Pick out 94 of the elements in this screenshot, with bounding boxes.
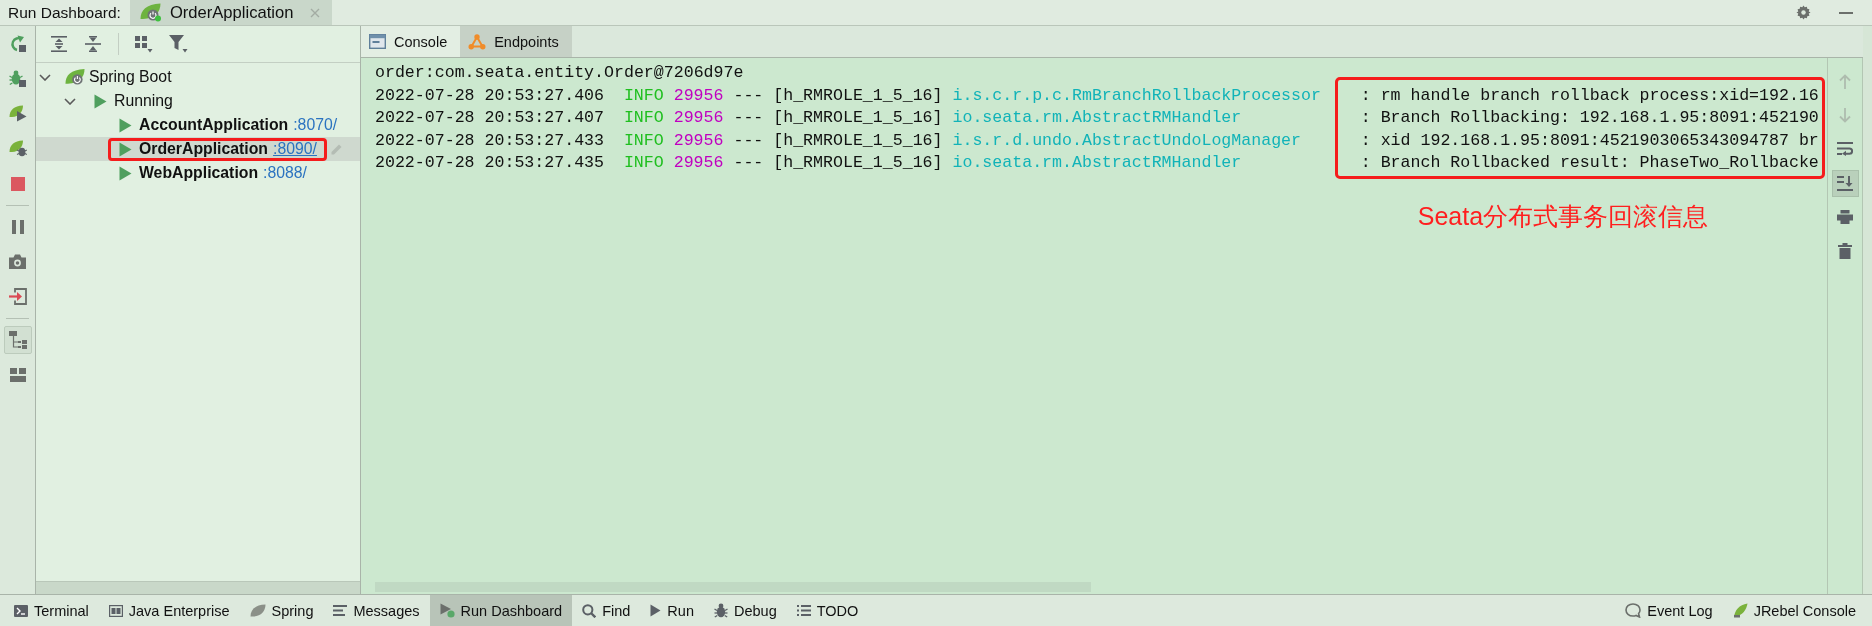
scroll-end-button[interactable] xyxy=(1831,169,1859,197)
run-triangle-icon xyxy=(118,141,132,157)
node-graph-icon xyxy=(468,33,487,50)
tree-item[interactable]: WebApplication :8088/ xyxy=(36,161,360,185)
tree-item[interactable]: Running xyxy=(36,89,360,113)
grid-caret-icon xyxy=(135,35,153,53)
tool-window-button[interactable]: Terminal xyxy=(4,595,99,626)
log-separator: --- xyxy=(733,107,764,129)
collapse-all-icon xyxy=(85,36,101,52)
tool-window-button[interactable]: Run xyxy=(640,595,704,626)
tool-window-button[interactable]: JRebel Console xyxy=(1722,595,1866,626)
leaf-power-icon xyxy=(65,68,85,86)
play-dot-icon xyxy=(439,603,455,618)
panel-tab[interactable]: Console xyxy=(361,26,461,57)
log-timestamp: 2022-07-28 20:53:27.435 xyxy=(375,152,605,174)
trash-icon xyxy=(1838,243,1852,259)
annotation-text: Seata分布式事务回滚信息 xyxy=(1417,200,1709,231)
log-pid: 29956 xyxy=(673,129,724,152)
tool-window-button[interactable]: Java Enterprise xyxy=(98,595,240,626)
up-arrow-icon xyxy=(1839,73,1851,89)
expand-all-icon xyxy=(51,36,67,52)
printer-icon xyxy=(1837,210,1853,224)
tool-window-button[interactable]: Spring xyxy=(239,595,324,626)
down-arrow-icon xyxy=(1839,107,1851,123)
log-pid: 29956 xyxy=(673,152,724,174)
horizontal-scrollbar[interactable] xyxy=(36,581,360,594)
settings-icon[interactable] xyxy=(1796,5,1811,20)
card-icon xyxy=(108,604,123,617)
camera-icon xyxy=(9,254,26,269)
log-message: : Branch Rollbacked result: PhaseTwo_Rollbacke xyxy=(1360,152,1819,174)
leaf-icon xyxy=(249,604,266,617)
bubble-icon xyxy=(1625,603,1642,618)
log-separator: --- xyxy=(733,84,764,107)
tool-window-button[interactable]: TODO xyxy=(786,595,869,626)
search-icon xyxy=(582,603,597,618)
leaf-power-icon xyxy=(139,3,162,22)
vertical-scrollbar[interactable] xyxy=(1863,26,1872,594)
tool-window-button[interactable]: Messages xyxy=(323,595,430,626)
lines-icon xyxy=(333,605,348,616)
window-icon xyxy=(369,34,386,49)
tool-window-button[interactable]: Run Dashboard xyxy=(429,595,573,626)
log-separator: --- xyxy=(733,129,764,152)
log-thread: [h_RMROLE_1_5_16] xyxy=(773,107,943,129)
tool-window-button[interactable]: Event Log xyxy=(1615,595,1723,626)
log-level: INFO xyxy=(623,152,664,174)
port-link[interactable]: :8088/ xyxy=(263,164,307,182)
lines-down-arrow-icon xyxy=(1837,175,1853,191)
run-triangle-icon xyxy=(93,93,107,109)
chevron-down-icon[interactable] xyxy=(64,97,76,105)
log-timestamp: 2022-07-28 20:53:27.433 xyxy=(375,129,605,152)
leaf-bug-icon xyxy=(8,140,27,157)
stop-icon xyxy=(10,176,25,191)
pause-icon xyxy=(11,219,24,234)
filter-icon xyxy=(168,35,188,53)
log-thread: [h_RMROLE_1_5_16] xyxy=(773,152,943,174)
log-thread: [h_RMROLE_1_5_16] xyxy=(773,84,943,107)
tool-window-button[interactable]: Find xyxy=(572,595,641,626)
panel-tab[interactable]: Endpoints xyxy=(460,26,572,57)
port-link[interactable]: :8070/ xyxy=(293,116,338,134)
layout-icon xyxy=(9,367,26,382)
log-thread: [h_RMROLE_1_5_16] xyxy=(773,129,943,152)
chevron-down-icon[interactable] xyxy=(39,73,51,81)
tool-window-button[interactable]: Debug xyxy=(703,595,787,626)
play-icon xyxy=(650,604,662,617)
console-line: order:com.seata.entity.Order@7206d97e xyxy=(375,62,744,84)
run-triangle-icon xyxy=(118,117,132,133)
list-icon xyxy=(796,605,811,616)
tree-structure-icon xyxy=(8,330,27,349)
panel-title: Run Dashboard: xyxy=(8,3,121,22)
refresh-arrow-icon xyxy=(9,35,26,52)
log-message: : rm handle branch rollback process:xid=192.16 xyxy=(1360,84,1819,107)
run-triangle-icon xyxy=(118,165,132,181)
log-level: INFO xyxy=(623,129,664,152)
log-level: INFO xyxy=(623,107,664,129)
bug-icon xyxy=(713,603,728,618)
tree-item[interactable]: AccountApplication :8070/ xyxy=(36,113,360,137)
log-timestamp: 2022-07-28 20:53:27.407 xyxy=(375,107,605,129)
arrow-into-box-icon xyxy=(8,288,27,305)
terminal-icon xyxy=(14,604,28,617)
bug-icon xyxy=(9,70,26,87)
log-level: INFO xyxy=(623,84,664,107)
wrap-lines-icon xyxy=(1837,142,1853,156)
log-separator: --- xyxy=(733,152,764,174)
leaf-icon xyxy=(1732,603,1748,618)
log-timestamp: 2022-07-28 20:53:27.406 xyxy=(375,84,605,107)
tree-view-button[interactable] xyxy=(3,325,32,354)
config-tab[interactable]: OrderApplication xyxy=(129,0,333,25)
log-pid: 29956 xyxy=(673,107,724,129)
log-pid: 29956 xyxy=(673,84,724,107)
tree-item[interactable]: Spring Boot xyxy=(36,65,360,89)
leaf-play-icon xyxy=(8,105,27,122)
minimize-icon[interactable] xyxy=(1839,11,1853,14)
log-message: : Branch Rollbacking: 192.168.1.95:8091:452190 xyxy=(1360,107,1819,129)
log-message: : xid 192.168.1.95:8091:4521903065343094787 br xyxy=(1360,129,1819,152)
